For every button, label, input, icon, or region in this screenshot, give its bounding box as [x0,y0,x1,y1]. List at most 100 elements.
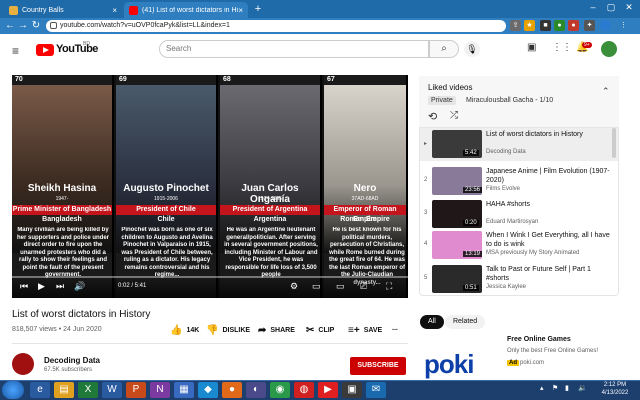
minimize-icon[interactable]: – [584,2,602,12]
item-index: 2 [424,177,428,183]
more-button[interactable]: ... [392,325,398,332]
clip-label: CLIP [318,327,335,334]
onenote-icon[interactable]: N [150,382,170,398]
item-channel: Films Evolve [486,186,521,192]
app-icon[interactable]: ✉ [366,382,386,398]
tray-arrow-icon[interactable]: ▴ [540,384,544,392]
playlist-item[interactable]: 3 0:20 HAHA #shorts Eduard Martirosyan [420,198,618,231]
clip-button[interactable]: ✂ CLIP [306,325,334,336]
shuffle-icon[interactable]: ⤮ [450,110,458,121]
share-button[interactable]: ➦ SHARE [258,325,295,336]
star-icon[interactable]: ★ [524,20,535,31]
url-field[interactable]: youtube.com/watch?v=uOVP0fcaPyk&list=LL&… [46,20,506,32]
chip-related[interactable]: Related [445,315,486,329]
ie-icon[interactable]: e [30,382,50,398]
fullscreen-icon[interactable]: ⛶ [386,281,392,292]
create-video-icon[interactable]: ▣ [527,42,536,53]
network-icon[interactable]: ▮ [565,384,569,392]
volume-icon[interactable]: 🔊 [74,281,85,292]
clock[interactable]: 2:12 PM 4/13/2022 [594,381,636,397]
puzzle-icon[interactable]: ✦ [584,20,595,31]
new-tab-button[interactable]: + [252,2,264,16]
duration-badge: 13:19 [463,251,483,257]
app-icon[interactable]: ▦ [174,382,194,398]
extension-icon[interactable]: ● [568,20,579,31]
profile-icon[interactable] [600,20,611,31]
extension-icon[interactable]: ■ [540,20,551,31]
dislike-button[interactable]: 👎 DISLIKE [206,325,250,336]
maximize-icon[interactable]: ▢ [602,2,620,13]
playlist-title[interactable]: Liked videos [428,83,472,92]
scissors-icon: ✂ [306,325,315,336]
playlist-item[interactable]: ▸ 5:42 List of worst dictators in Histor… [420,128,618,161]
youtube-favicon-icon [129,5,138,15]
playlist-item[interactable]: 4 13:19 When I Wink I Get Everything, al… [420,229,618,262]
ad-thumbnail[interactable]: poki [420,335,502,380]
flag-icon[interactable]: ⚑ [552,384,558,392]
video-player[interactable]: 70 Sheikh Hasina 1947- Prime Minister of… [12,75,408,298]
close-icon[interactable]: × [112,6,117,15]
search-button[interactable]: ⌕ [429,40,459,58]
play-icon[interactable]: ▶ [38,281,45,292]
subscribe-button[interactable]: SUBSCRIBE [350,357,406,375]
tab-country-balls[interactable]: Country Balls × [4,2,122,18]
chevron-up-icon[interactable]: ⌃ [602,86,610,97]
previous-icon[interactable]: ⏮ [20,281,28,292]
tab-label: (41) List of worst dictators in His [142,6,238,14]
app-icon[interactable]: ◍ [294,382,314,398]
progress-bar[interactable] [12,276,408,278]
excel-icon[interactable]: X [78,382,98,398]
word-icon[interactable]: W [102,382,122,398]
tab-youtube[interactable]: (41) List of worst dictators in His × [124,2,248,18]
channel-name[interactable]: Decoding Data [44,356,100,365]
app-icon[interactable]: ◐ [246,382,266,398]
chip-all[interactable]: All [420,315,444,329]
gear-icon[interactable]: ⚙ [290,281,298,292]
firefox-icon[interactable]: ● [222,382,242,398]
save-button[interactable]: ≡+ SAVE [348,325,382,336]
start-button[interactable] [2,381,24,399]
search-input[interactable]: Search [159,40,429,58]
forward-icon[interactable]: → [17,20,29,31]
back-icon[interactable]: ← [4,20,16,31]
like-button[interactable]: 👍 14K [170,325,199,336]
save-label: SAVE [363,327,383,334]
microphone-icon[interactable]: 🎙 [464,41,480,57]
youtube-logo-icon[interactable] [36,44,54,56]
theater-icon[interactable]: ▭ [336,281,345,292]
loop-icon[interactable]: ⟲ [428,110,437,123]
volume-tray-icon[interactable]: 🔉 [578,384,587,392]
menu-dots-icon[interactable]: ⋮ [618,20,629,31]
next-icon[interactable]: ⏭ [56,281,64,292]
playlist-item[interactable]: 5 0:51 Talk to Past or Future Self | Par… [420,263,618,296]
card-name: Augusto Pinochet [123,183,209,194]
share-icon[interactable]: ⇪ [510,20,521,31]
app-icon[interactable]: ◆ [198,382,218,398]
folder-icon[interactable]: ▤ [54,382,74,398]
playlist-owner: Miraculousball Gacha - 1/10 [466,97,554,104]
cast-icon[interactable]: ⎚ [360,281,367,292]
avatar[interactable] [601,41,617,57]
reload-icon[interactable]: ↻ [30,20,42,31]
powerpoint-icon[interactable]: P [126,382,146,398]
clock-date: 4/13/2022 [601,390,629,396]
card-country: Bangladesh [42,216,82,223]
youtube-wordmark[interactable]: YouTube [56,43,98,55]
playlist-item[interactable]: 2 23:56 Japanese Anime | Film Evolution … [420,165,618,198]
item-channel: Jessica Kaylee [486,284,527,290]
chrome-icon[interactable]: ◉ [270,382,290,398]
lock-icon[interactable] [50,22,57,29]
scrollbar[interactable] [612,128,616,158]
close-icon[interactable]: × [238,6,243,15]
app-icon[interactable]: ▣ [342,382,362,398]
channel-avatar[interactable] [12,353,34,375]
ad-title[interactable]: Free Online Games [507,336,571,343]
hamburger-menu-icon[interactable]: ≡ [12,44,19,58]
close-window-icon[interactable]: ✕ [620,2,638,13]
youtube-taskbar-icon[interactable]: ▶ [318,382,338,398]
rank-label: 69 [119,76,127,83]
card-name: Nero [353,183,377,194]
extension-icon[interactable]: ● [554,20,565,31]
miniplayer-icon[interactable]: ▭ [312,281,321,292]
apps-grid-icon[interactable]: ⋮⋮ [552,42,572,53]
